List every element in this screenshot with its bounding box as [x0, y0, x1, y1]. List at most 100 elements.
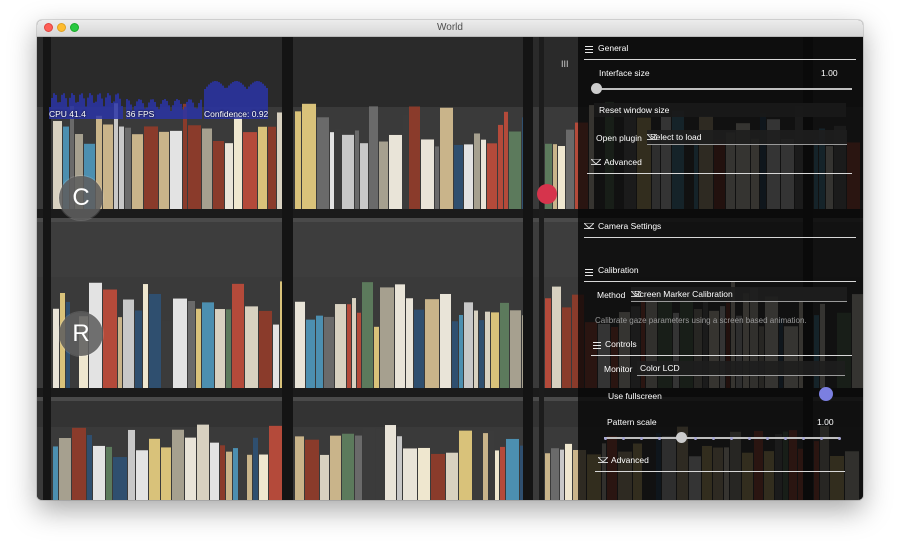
- book-spine: [485, 311, 490, 388]
- graph-bar: [196, 108, 198, 119]
- book-spine: [220, 445, 225, 500]
- graph-bar: [160, 103, 162, 119]
- graph-bar: [103, 106, 105, 119]
- collapse-icon: [598, 457, 608, 463]
- book-spine: [317, 117, 329, 209]
- graph-bar: [178, 100, 180, 119]
- book-spine: [565, 443, 572, 500]
- book-spine: [106, 446, 112, 500]
- slider-tick: [730, 437, 733, 440]
- book-spine: [347, 304, 351, 388]
- book-spine: [215, 309, 225, 388]
- world-camera-view: CPU 41.4 36 FPS Confidence: 0.92 C R III…: [37, 37, 863, 500]
- general-header[interactable]: General: [598, 43, 628, 53]
- book-spine: [483, 433, 488, 500]
- open-plugin-label: Open plugin: [596, 133, 642, 143]
- pattern-scale-slider-knob[interactable]: [676, 432, 687, 443]
- book-spine: [459, 430, 472, 500]
- calibration-method-value: Screen Marker Calibration: [634, 289, 733, 299]
- book-spine: [335, 304, 346, 388]
- controls-header[interactable]: Controls: [605, 339, 637, 349]
- dropdown-icon: [631, 291, 641, 297]
- book-spine: [464, 302, 473, 388]
- book-spine: [161, 447, 171, 500]
- slider-tick: [712, 437, 715, 440]
- book-spine: [362, 282, 373, 388]
- camera-settings-header[interactable]: Camera Settings: [598, 221, 661, 231]
- app-window: World CPU 41.4 36 FPS Confidence: 0.92 C…: [37, 20, 863, 500]
- book-spine: [159, 131, 169, 209]
- book-spine: [506, 438, 519, 500]
- book-spine: [253, 437, 258, 500]
- book-spine: [118, 317, 122, 388]
- monitor-select[interactable]: Color LCD: [637, 361, 845, 376]
- book-spine: [489, 430, 494, 500]
- graph-bar: [109, 95, 111, 119]
- settings-panel: General Interface size 1.00 Reset window…: [578, 37, 863, 500]
- book-spine: [330, 132, 334, 209]
- book-spine: [560, 449, 564, 500]
- record-button[interactable]: R: [59, 312, 103, 356]
- book-spine: [173, 298, 187, 388]
- book-spine: [132, 134, 143, 209]
- book-spine: [491, 312, 499, 388]
- calibrate-button[interactable]: C: [59, 176, 103, 220]
- graph-bar: [162, 100, 164, 119]
- book-spine: [149, 293, 161, 388]
- fps-graph-label: 36 FPS: [126, 109, 155, 119]
- book-spine: [53, 308, 59, 388]
- calibration-method-select[interactable]: Screen Marker Calibration: [631, 287, 847, 302]
- graph-bar: [121, 106, 123, 119]
- book-spine: [342, 134, 354, 209]
- book-spine: [247, 454, 252, 500]
- interface-size-slider-knob[interactable]: [591, 83, 602, 94]
- calibration-advanced-toggle[interactable]: Advanced: [611, 455, 649, 465]
- book-spine: [172, 429, 184, 500]
- book-spine: [566, 129, 574, 209]
- book-spine: [113, 457, 127, 500]
- graph-bar: [166, 100, 168, 119]
- graph-bar: [176, 99, 178, 119]
- slider-tick: [604, 437, 607, 440]
- book-spine: [479, 320, 484, 388]
- graph-bar: [105, 97, 107, 119]
- book-spine: [495, 450, 499, 500]
- graph-bar: [115, 94, 117, 119]
- graph-bar: [198, 103, 200, 119]
- use-fullscreen-toggle[interactable]: [819, 387, 833, 401]
- calibration-header[interactable]: Calibration: [598, 265, 639, 275]
- book-spine: [305, 439, 319, 500]
- general-advanced-toggle[interactable]: Advanced: [604, 157, 642, 167]
- slider-tick: [766, 437, 769, 440]
- book-spine: [374, 326, 379, 388]
- book-spine: [125, 127, 131, 209]
- menu-toggle-icon[interactable]: III: [561, 59, 569, 69]
- graph-bar: [93, 102, 95, 119]
- graph-bar: [111, 102, 113, 119]
- book-spine: [357, 312, 361, 388]
- calibration-description: Calibrate gaze parameters using a screen…: [595, 316, 807, 325]
- book-spine: [342, 433, 354, 500]
- book-spine: [431, 453, 445, 500]
- interface-size-slider-track[interactable]: [596, 88, 852, 90]
- book-spine: [498, 124, 503, 209]
- book-spine: [128, 429, 135, 500]
- menu-lines-icon: [585, 46, 593, 55]
- graph-bar: [95, 101, 97, 119]
- book-spine: [414, 309, 424, 388]
- book-spine: [259, 310, 272, 388]
- open-plugin-select[interactable]: Select to load: [647, 130, 847, 145]
- graph-bar: [99, 93, 101, 119]
- book-spine: [259, 454, 268, 500]
- book-spine: [225, 143, 233, 209]
- graph-bar: [180, 103, 182, 119]
- book-spine: [135, 310, 142, 388]
- book-spine: [196, 308, 201, 388]
- graph-bar: [170, 110, 172, 119]
- book-spine: [188, 301, 195, 388]
- book-spine: [185, 437, 196, 500]
- reset-window-size-button[interactable]: Reset window size: [594, 103, 846, 117]
- book-spine: [355, 130, 359, 209]
- book-spine: [406, 298, 413, 388]
- book-spine: [474, 133, 480, 209]
